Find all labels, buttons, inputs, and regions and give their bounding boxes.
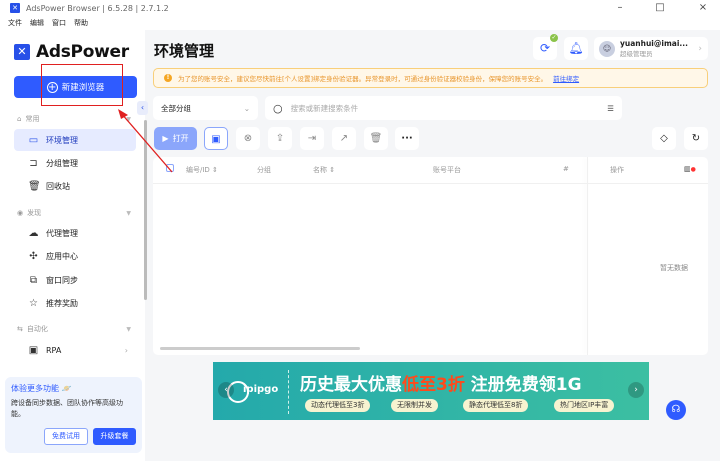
- annotation-arrow: [118, 109, 173, 173]
